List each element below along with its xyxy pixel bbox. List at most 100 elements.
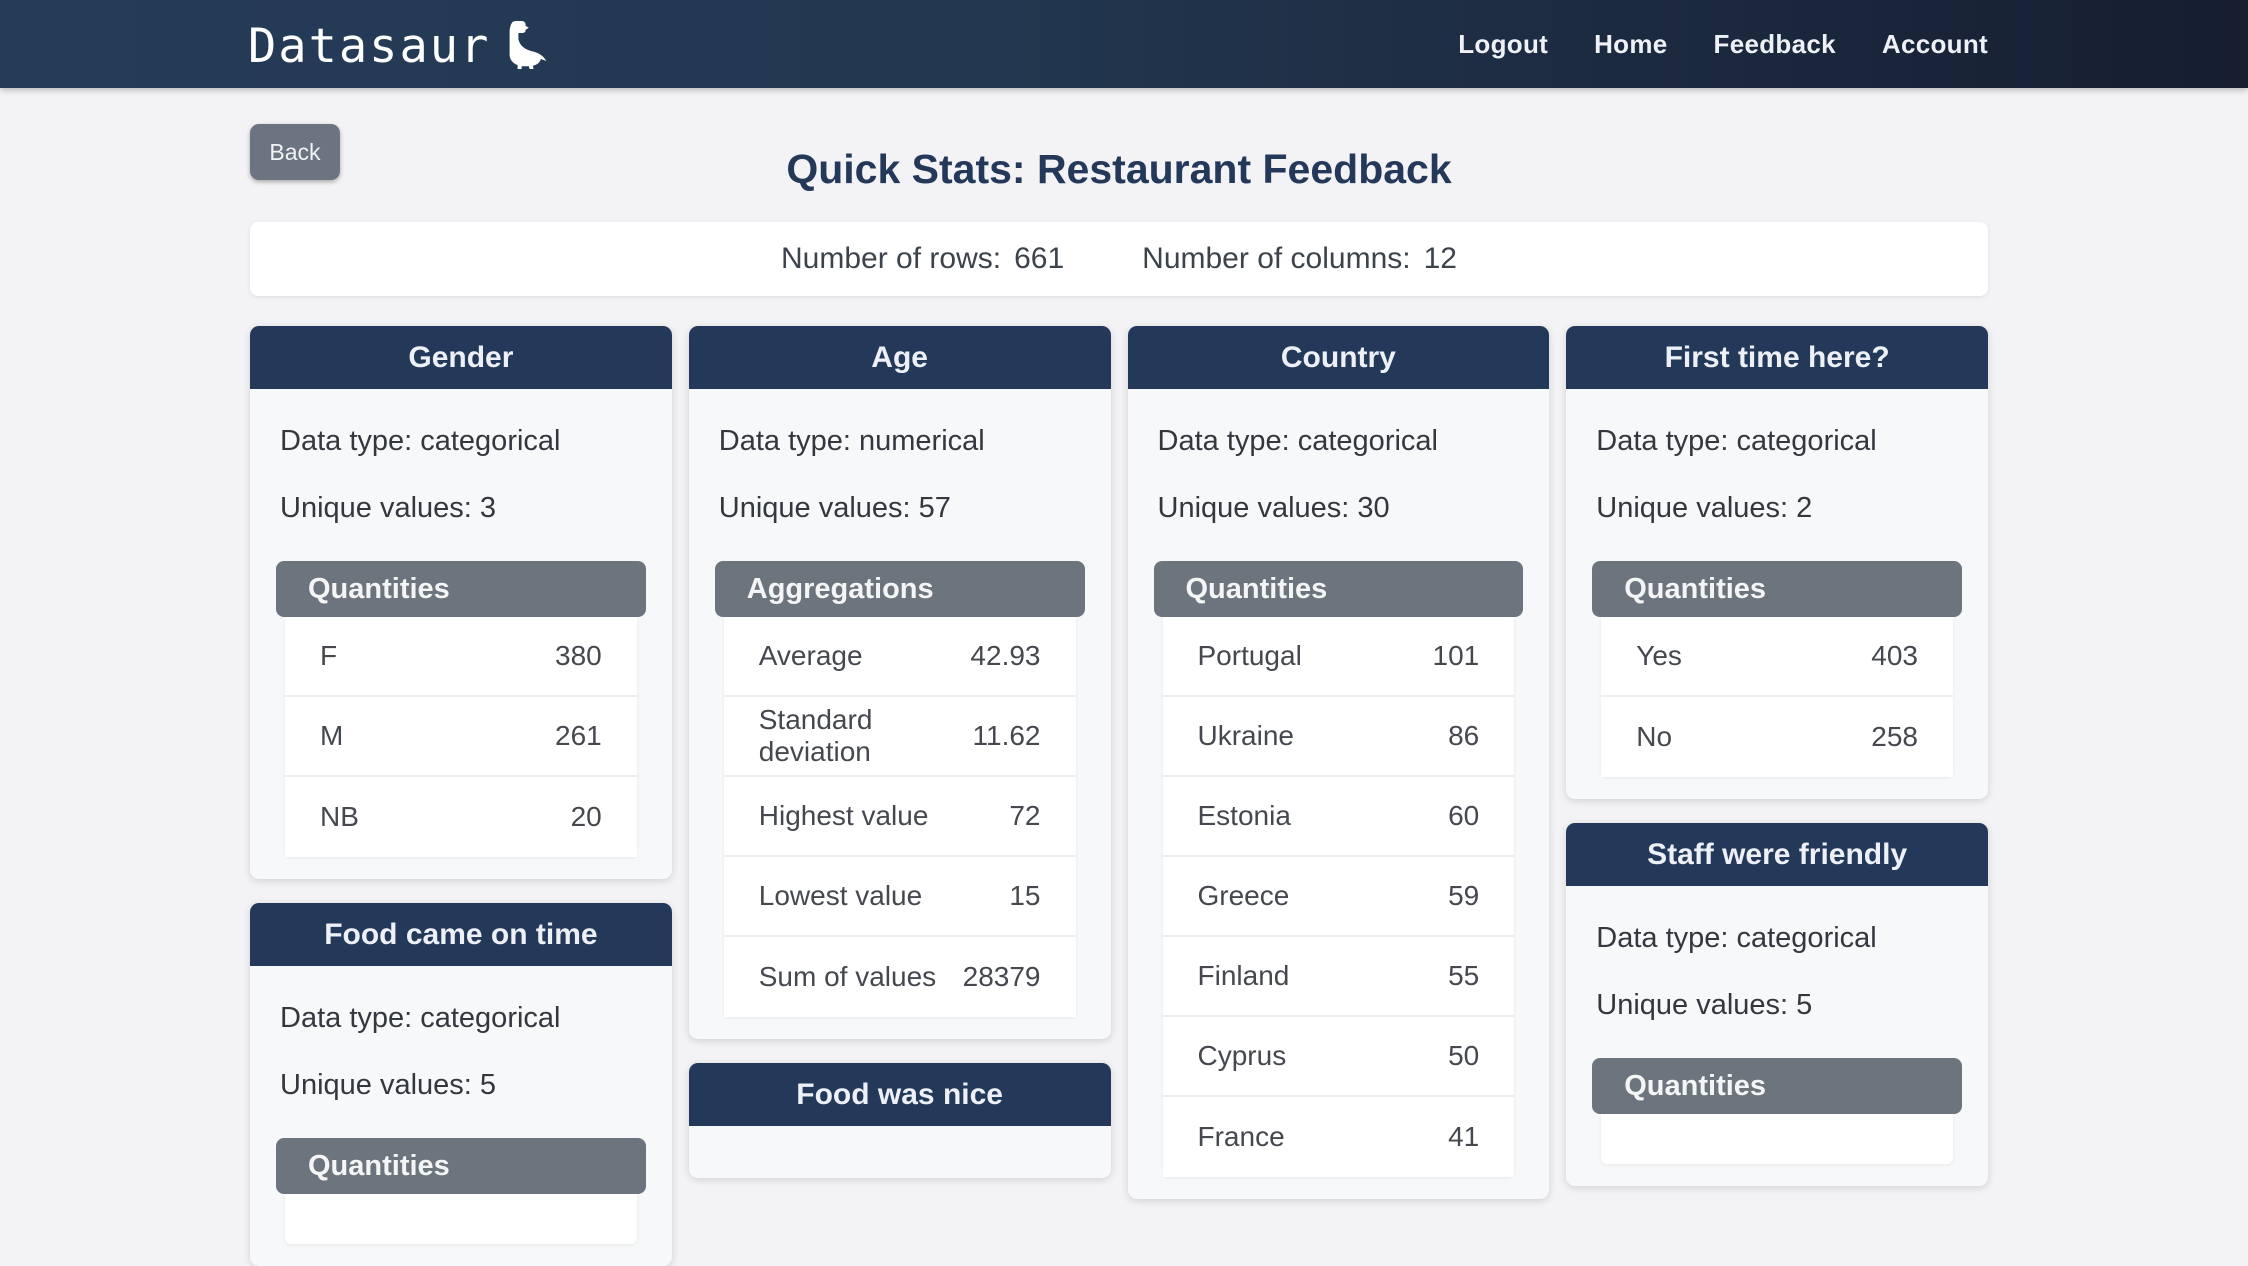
unique-values-line: Unique values: 3 <box>280 492 646 525</box>
data-type-line: Data type: categorical <box>1158 425 1524 458</box>
nav-link-feedback[interactable]: Feedback <box>1714 29 1836 60</box>
quantity-label: Yes <box>1636 640 1682 672</box>
stat-card-title: First time here? <box>1665 341 1890 375</box>
quantity-label: NB <box>320 801 359 833</box>
stat-card-header: Staff were friendly <box>1566 823 1988 886</box>
quantities-table-header: Quantities <box>1592 561 1962 617</box>
unique-values-line: Unique values: 57 <box>719 492 1085 525</box>
dataset-summary-bar: Number of rows: 661 Number of columns: 1… <box>250 222 1988 296</box>
data-type-line: Data type: numerical <box>719 425 1085 458</box>
quantities-table-header: Quantities <box>276 561 646 617</box>
quantities-table: Quantities <box>1592 1058 1962 1164</box>
quantities-table-header: Quantities <box>1592 1058 1962 1114</box>
quantity-value: 20 <box>571 801 602 833</box>
stat-card-header: Food came on time <box>250 903 672 966</box>
quantity-row: NB 20 <box>285 777 637 857</box>
quantities-list: Portugal 101 Ukraine 86 Estonia 60 Greec… <box>1163 617 1515 1177</box>
stat-card-body: Data type: categorical Unique values: 3 … <box>250 389 672 879</box>
stat-card-header: Country <box>1128 326 1550 389</box>
unique-values-line: Unique values: 5 <box>1596 989 1962 1022</box>
nav-link-account[interactable]: Account <box>1882 29 1988 60</box>
unique-values-line: Unique values: 5 <box>280 1069 646 1102</box>
quantity-label: Standard deviation <box>759 704 973 768</box>
back-button[interactable]: Back <box>250 124 340 180</box>
stat-cards-grid: Gender Data type: categorical Unique val… <box>250 326 1988 1266</box>
nav-link-logout[interactable]: Logout <box>1458 29 1548 60</box>
quantities-list <box>285 1194 637 1244</box>
quantity-row: Average 42.93 <box>724 617 1076 697</box>
quantity-row: Portugal 101 <box>1163 617 1515 697</box>
quantity-label: Greece <box>1198 880 1290 912</box>
quantities-list: F 380 M 261 NB 20 <box>285 617 637 857</box>
rows-count-stat: Number of rows: 661 <box>781 242 1064 276</box>
data-type-line: Data type: categorical <box>1596 922 1962 955</box>
stat-card: First time here? Data type: categorical … <box>1566 326 1988 799</box>
quantity-value: 55 <box>1448 960 1479 992</box>
stat-card: Food came on time Data type: categorical… <box>250 903 672 1266</box>
quantities-list <box>1601 1114 1953 1164</box>
quantity-row: Highest value 72 <box>724 777 1076 857</box>
stat-card: Age Data type: numerical Unique values: … <box>689 326 1111 1039</box>
quantity-row: Ukraine 86 <box>1163 697 1515 777</box>
quantities-table-header: Quantities <box>276 1138 646 1194</box>
unique-values-line: Unique values: 30 <box>1158 492 1524 525</box>
stat-card: Country Data type: categorical Unique va… <box>1128 326 1550 1199</box>
card-column: Age Data type: numerical Unique values: … <box>689 326 1111 1178</box>
quantity-value: 258 <box>1871 721 1918 753</box>
quantity-value: 72 <box>1009 800 1040 832</box>
quantity-row: No 258 <box>1601 697 1953 777</box>
quantities-list: Yes 403 No 258 <box>1601 617 1953 777</box>
rows-count-label: Number of rows: <box>781 242 1001 276</box>
quantity-label: M <box>320 720 343 752</box>
quantity-value: 42.93 <box>970 640 1040 672</box>
quantities-table-header: Quantities <box>1154 561 1524 617</box>
quantity-label: Portugal <box>1198 640 1302 672</box>
quantity-label: Estonia <box>1198 800 1291 832</box>
quantity-label: Lowest value <box>759 880 922 912</box>
data-type-line: Data type: categorical <box>280 1002 646 1035</box>
stat-card-title: Food was nice <box>796 1078 1003 1112</box>
quantity-row: Sum of values 28379 <box>724 937 1076 1017</box>
stat-card-body: Data type: categorical Unique values: 2 … <box>1566 389 1988 799</box>
quantity-row: Cyprus 50 <box>1163 1017 1515 1097</box>
top-navigation-bar: Datasaur Logout Home Feedback Account <box>0 0 2248 88</box>
data-type-line: Data type: categorical <box>280 425 646 458</box>
stat-card-body: Data type: categorical Unique values: 5 … <box>250 966 672 1266</box>
brand-text: Datasaur <box>248 23 490 70</box>
brand-logo[interactable]: Datasaur <box>248 18 548 70</box>
stat-card-header: First time here? <box>1566 326 1988 389</box>
quantity-label: Sum of values <box>759 961 936 993</box>
columns-count-stat: Number of columns: 12 <box>1142 242 1457 276</box>
stat-card-body <box>689 1126 1111 1178</box>
quantity-label: Cyprus <box>1198 1040 1287 1072</box>
quantities-list: Average 42.93 Standard deviation 11.62 H… <box>724 617 1076 1017</box>
stat-card-body: Data type: categorical Unique values: 30… <box>1128 389 1550 1199</box>
quantities-table-header: Aggregations <box>715 561 1085 617</box>
quantity-value: 380 <box>555 640 602 672</box>
quantity-row: Finland 55 <box>1163 937 1515 1017</box>
nav-link-home[interactable]: Home <box>1594 29 1667 60</box>
quantity-row: M 261 <box>285 697 637 777</box>
data-type-line: Data type: categorical <box>1596 425 1962 458</box>
stat-card: Gender Data type: categorical Unique val… <box>250 326 672 879</box>
card-column: Gender Data type: categorical Unique val… <box>250 326 672 1266</box>
title-row: Back Quick Stats: Restaurant Feedback <box>250 128 1988 222</box>
quantity-label: France <box>1198 1121 1285 1153</box>
stat-card-body: Data type: numerical Unique values: 57 A… <box>689 389 1111 1039</box>
stat-card-header: Food was nice <box>689 1063 1111 1126</box>
quantities-table: Quantities F 380 M 261 NB 20 <box>276 561 646 857</box>
stat-card-body: Data type: categorical Unique values: 5 … <box>1566 886 1988 1186</box>
stat-card-title: Gender <box>408 341 513 375</box>
main-content: Back Quick Stats: Restaurant Feedback Nu… <box>250 128 1988 1266</box>
quantity-value: 50 <box>1448 1040 1479 1072</box>
quantity-label: F <box>320 640 337 672</box>
rows-count-value: 661 <box>1014 242 1064 276</box>
quantity-value: 41 <box>1448 1121 1479 1153</box>
card-column: First time here? Data type: categorical … <box>1566 326 1988 1186</box>
quantities-table: Aggregations Average 42.93 Standard devi… <box>715 561 1085 1017</box>
quantities-table: Quantities Yes 403 No 258 <box>1592 561 1962 777</box>
quantity-value: 86 <box>1448 720 1479 752</box>
quantity-row: F 380 <box>285 617 637 697</box>
quantity-value: 15 <box>1009 880 1040 912</box>
quantity-row: Yes 403 <box>1601 617 1953 697</box>
